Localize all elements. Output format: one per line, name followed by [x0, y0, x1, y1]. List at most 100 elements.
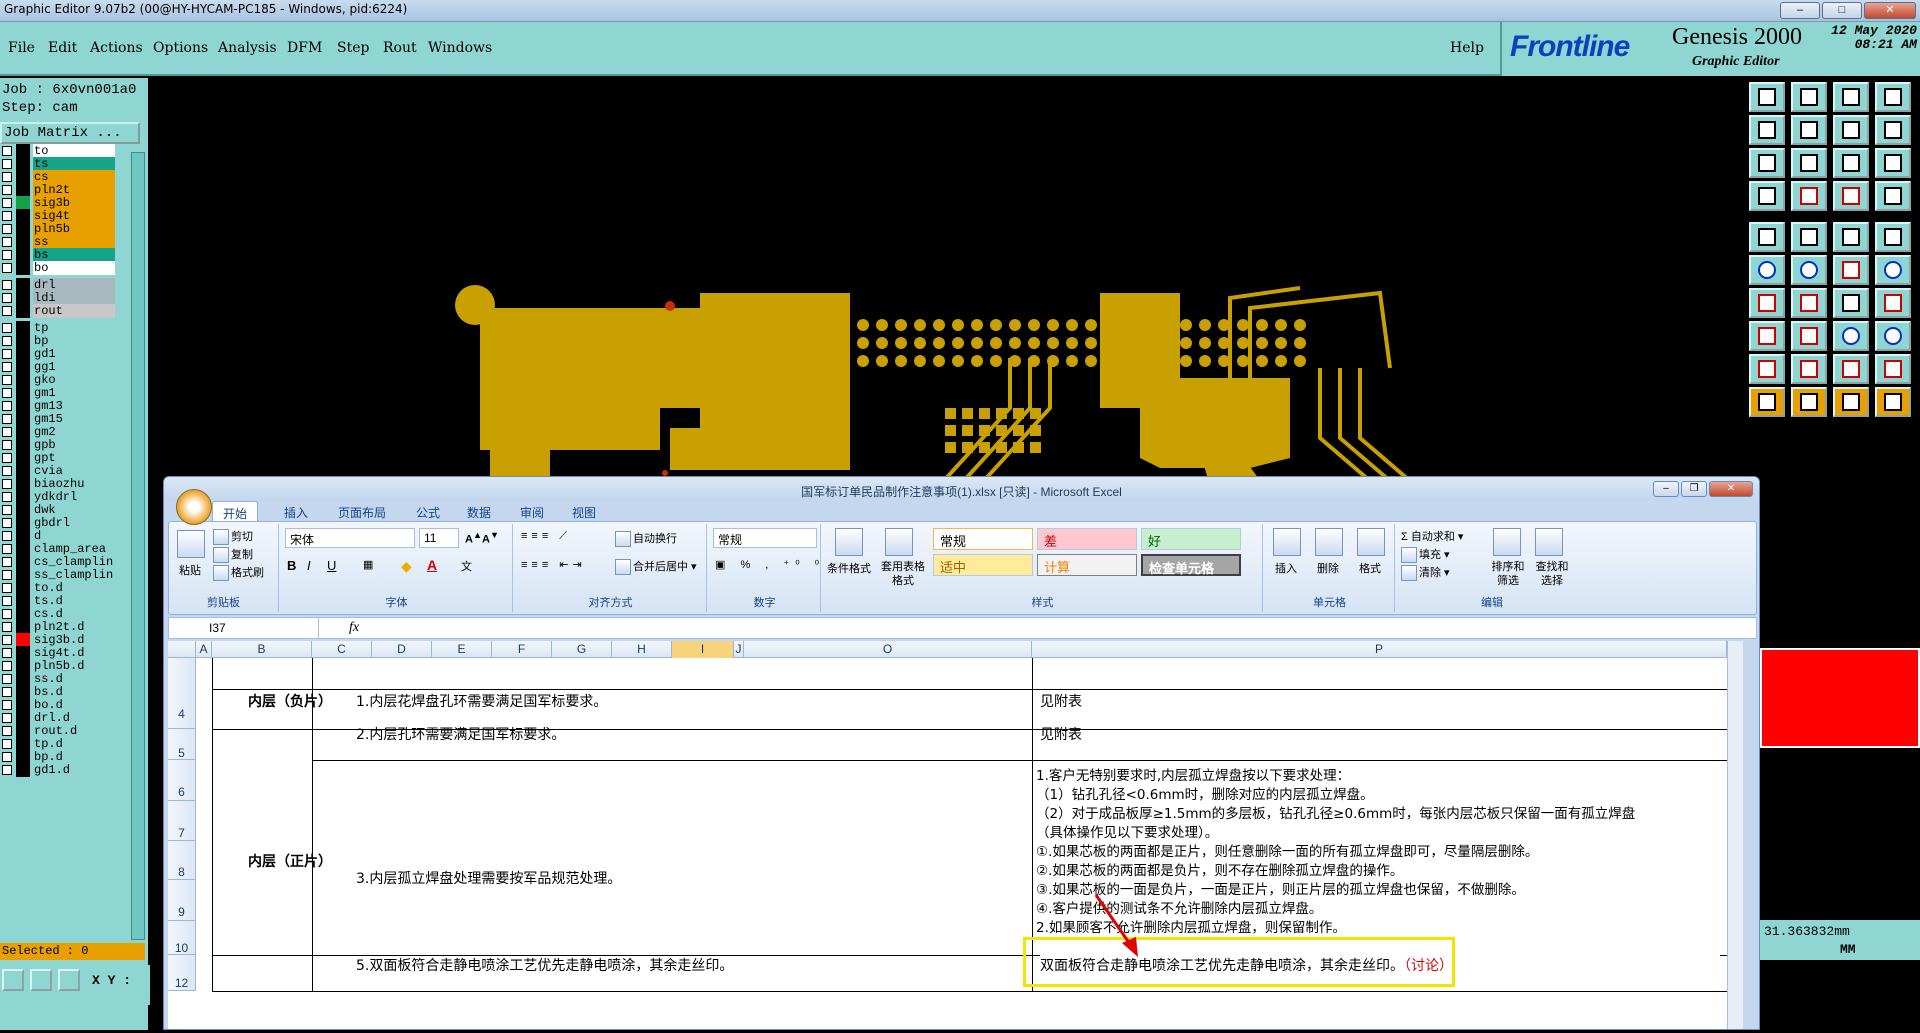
- excel-restore-button[interactable]: ❐: [1681, 481, 1707, 497]
- column-header[interactable]: P: [1032, 641, 1727, 658]
- layer-row[interactable]: rout: [0, 304, 118, 318]
- row-header[interactable]: 8: [168, 841, 196, 880]
- layer-scrollbar[interactable]: [131, 152, 145, 940]
- layer-checkbox[interactable]: [2, 250, 12, 260]
- close-button[interactable]: ✕: [1864, 2, 1916, 19]
- toolbar-tool-icon[interactable]: [1791, 82, 1827, 112]
- layer-checkbox[interactable]: [2, 674, 12, 684]
- layer-row[interactable]: clamp_area: [0, 542, 118, 556]
- layer-checkbox[interactable]: [2, 185, 12, 195]
- menu-actions[interactable]: Actions: [90, 40, 143, 56]
- delete-cells-button[interactable]: 删除: [1317, 560, 1339, 576]
- style-good[interactable]: 好: [1141, 528, 1241, 550]
- layer-checkbox[interactable]: [2, 375, 12, 385]
- toolbar-tool-icon[interactable]: [1833, 148, 1869, 178]
- toolbar-tool-icon[interactable]: [1749, 387, 1785, 417]
- layer-row[interactable]: gm2: [0, 425, 118, 439]
- layer-row[interactable]: bp.d: [0, 750, 118, 764]
- number-format-select[interactable]: 常规: [713, 528, 817, 548]
- toolbar-tool-icon[interactable]: [1833, 255, 1869, 285]
- column-header[interactable]: H: [612, 641, 672, 658]
- wrap-text-button[interactable]: 自动换行: [615, 530, 677, 548]
- menu-windows[interactable]: Windows: [428, 40, 492, 56]
- layer-row[interactable]: gm13: [0, 399, 118, 413]
- cell-c12[interactable]: 5.双面板符合走静电喷涂工艺优先走静电喷涂，其余走丝印。: [356, 955, 890, 975]
- toolbar-tool-icon[interactable]: [1875, 387, 1911, 417]
- layer-row[interactable]: pln2t: [0, 183, 118, 197]
- layer-row[interactable]: ss.d: [0, 672, 118, 686]
- minimize-button[interactable]: –: [1780, 2, 1820, 19]
- layer-checkbox[interactable]: [2, 293, 12, 303]
- toolbar-tool-icon[interactable]: [1791, 321, 1827, 351]
- layer-row[interactable]: ldi: [0, 291, 118, 305]
- layer-checkbox[interactable]: [2, 544, 12, 554]
- layer-checkbox[interactable]: [2, 427, 12, 437]
- layer-checkbox[interactable]: [2, 453, 12, 463]
- layer-checkbox[interactable]: [2, 739, 12, 749]
- menu-options[interactable]: Options: [153, 40, 208, 56]
- column-header[interactable]: A: [196, 641, 212, 658]
- layer-row[interactable]: pln5b.d: [0, 659, 118, 673]
- layer-checkbox[interactable]: [2, 237, 12, 247]
- toolbar-tool-icon[interactable]: [1791, 354, 1827, 384]
- menu-file[interactable]: File: [8, 40, 35, 56]
- layer-row[interactable]: tp.d: [0, 737, 118, 751]
- column-header[interactable]: D: [372, 641, 432, 658]
- cell-b4[interactable]: 内层（负片）: [240, 691, 340, 711]
- toolbar-tool-icon[interactable]: [1791, 222, 1827, 252]
- layer-row[interactable]: gm15: [0, 412, 118, 426]
- number-format-icons[interactable]: ▣ % , ⁺⁰ ⁰: [715, 558, 825, 571]
- layer-row[interactable]: gd1: [0, 347, 118, 361]
- layer-row[interactable]: cvia: [0, 464, 118, 478]
- toolbar-tool-icon[interactable]: [1791, 181, 1827, 211]
- toolbar-tool-icon[interactable]: [1875, 222, 1911, 252]
- grow-font-button[interactable]: A▲A▼: [465, 530, 499, 546]
- toolbar-tool-icon[interactable]: [1791, 148, 1827, 178]
- cut-button[interactable]: 剪切: [213, 528, 253, 546]
- toolbar-tool-icon[interactable]: [1749, 354, 1785, 384]
- cell-c4[interactable]: 1.内层花焊盘孔环需要满足国军标要求。: [356, 691, 890, 711]
- layer-row[interactable]: sig4t: [0, 209, 118, 223]
- layer-checkbox[interactable]: [2, 583, 12, 593]
- toolbar-tool-icon[interactable]: [1749, 255, 1785, 285]
- bold-button[interactable]: B: [287, 558, 296, 573]
- column-header[interactable]: C: [312, 641, 372, 658]
- row-header[interactable]: 6: [168, 760, 196, 801]
- layer-checkbox[interactable]: [2, 172, 12, 182]
- toolbar-tool-icon[interactable]: [1833, 222, 1869, 252]
- row-header[interactable]: 12: [168, 955, 196, 991]
- toolbar-tool-icon[interactable]: [1875, 181, 1911, 211]
- menu-step[interactable]: Step: [337, 40, 369, 56]
- border-icon[interactable]: ▦: [363, 558, 373, 571]
- menu-rout[interactable]: Rout: [383, 40, 417, 56]
- cell-c8[interactable]: 3.内层孤立焊盘处理需要按军品规范处理。: [356, 868, 890, 888]
- toolbar-tool-icon[interactable]: [1833, 82, 1869, 112]
- excel-minimize-button[interactable]: –: [1653, 481, 1679, 497]
- halign-icons[interactable]: ≡≡≡ ⇤⇥: [521, 558, 586, 571]
- toolbar-tool-icon[interactable]: [1749, 222, 1785, 252]
- job-matrix-button[interactable]: Job Matrix ...: [0, 122, 140, 144]
- toolbar-tool-icon[interactable]: [1791, 288, 1827, 318]
- column-header[interactable]: I: [672, 641, 734, 658]
- layer-checkbox[interactable]: [2, 280, 12, 290]
- layer-row[interactable]: pln5b: [0, 222, 118, 236]
- toolbar-tool-icon[interactable]: [1749, 288, 1785, 318]
- layer-checkbox[interactable]: [2, 224, 12, 234]
- layer-row[interactable]: gbdrl: [0, 516, 118, 530]
- layer-checkbox[interactable]: [2, 479, 12, 489]
- layer-row[interactable]: pln2t.d: [0, 620, 118, 634]
- menu-dfm[interactable]: DFM: [287, 40, 322, 56]
- layer-row[interactable]: drl.d: [0, 711, 118, 725]
- font-size-select[interactable]: 11: [419, 528, 459, 548]
- tab-insert[interactable]: 插入: [284, 504, 308, 521]
- layer-row[interactable]: bo: [0, 261, 118, 275]
- column-header[interactable]: [168, 641, 196, 658]
- layer-checkbox[interactable]: [2, 492, 12, 502]
- tab-formulas[interactable]: 公式: [416, 504, 440, 521]
- underline-button[interactable]: U: [327, 558, 336, 573]
- tab-data[interactable]: 数据: [467, 504, 491, 521]
- fill-color-icon[interactable]: ◆: [401, 558, 412, 575]
- layer-checkbox[interactable]: [2, 198, 12, 208]
- layer-row[interactable]: gm1: [0, 386, 118, 400]
- column-header[interactable]: J: [734, 641, 744, 658]
